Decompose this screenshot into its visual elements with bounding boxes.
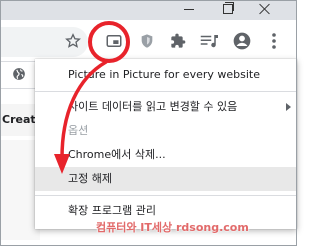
close-button[interactable] — [252, 0, 278, 20]
shield-extension-icon[interactable] — [136, 30, 158, 52]
globe-icon — [12, 66, 26, 85]
menu-separator — [35, 91, 297, 92]
puzzle-icon[interactable] — [167, 30, 189, 52]
submenu-arrow-icon — [286, 103, 291, 111]
page-tab-fragment: Creato — [0, 104, 43, 136]
browser-toolbar — [0, 20, 297, 62]
watermark: 컴퓨터와 IT세상 rdsong.com — [96, 221, 249, 234]
extension-context-menu: Picture in Picture for every website 사이트… — [35, 59, 297, 229]
kebab-menu-icon[interactable] — [263, 30, 285, 52]
media-control-icon[interactable] — [198, 30, 220, 52]
star-icon[interactable] — [62, 30, 84, 52]
menu-item-unpin[interactable]: 고정 해제 — [35, 167, 297, 191]
profile-icon[interactable] — [231, 30, 253, 52]
menu-item-label: 사이트 데이터를 읽고 변경할 수 있음 — [68, 100, 238, 113]
highlight-circle — [88, 21, 130, 63]
menu-item-extension-name[interactable]: Picture in Picture for every website — [35, 63, 297, 87]
menu-item-site-access[interactable]: 사이트 데이터를 읽고 변경할 수 있음 — [35, 95, 297, 119]
window-title-bar — [0, 0, 297, 20]
restore-button[interactable] — [214, 0, 240, 20]
page-background-block — [0, 140, 40, 240]
menu-item-options: 옵션 — [68, 124, 89, 137]
menu-item-remove-from-chrome[interactable]: Chrome에서 삭제... — [35, 143, 297, 167]
menu-separator — [35, 195, 297, 196]
page-divider — [0, 88, 36, 89]
minimize-button[interactable] — [176, 0, 202, 20]
